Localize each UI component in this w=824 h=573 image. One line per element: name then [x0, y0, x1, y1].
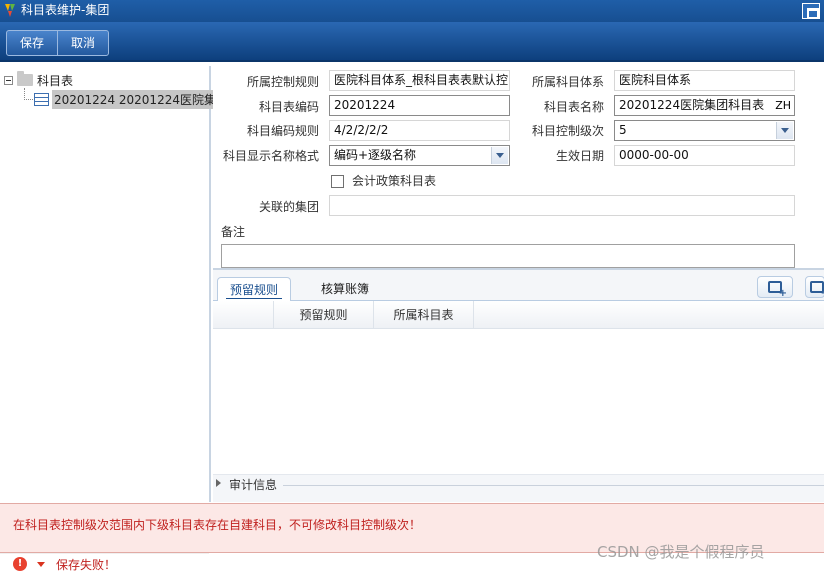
tree-root-label: 科目表 — [37, 73, 74, 88]
control-level-select[interactable]: 5 — [614, 120, 795, 141]
table-icon — [34, 92, 49, 106]
language-switch-button[interactable]: ZH — [775, 96, 791, 115]
table-code-label: 科目表编码 — [258, 100, 319, 114]
display-format-select[interactable]: 编码+逐级名称 — [329, 145, 510, 166]
expand-icon[interactable] — [216, 479, 221, 487]
display-format-value: 编码+逐级名称 — [334, 148, 417, 162]
audit-info-label: 审计信息 — [229, 478, 278, 492]
display-format-label: 科目显示名称格式 — [222, 149, 319, 163]
chevron-down-icon[interactable] — [37, 562, 45, 567]
tab-accounting-books[interactable]: 核算账簿 — [309, 277, 381, 303]
linked-group-label: 关联的集团 — [258, 200, 319, 214]
control-level-value: 5 — [619, 123, 627, 137]
collapse-icon[interactable] — [4, 75, 13, 85]
toolbar: 保存 取消 — [0, 22, 824, 62]
tree-item-label: 20201224 20201224医院集团 — [52, 89, 230, 109]
table-code-input[interactable]: 20201224 — [329, 95, 510, 116]
control-level-label: 科目控制级次 — [531, 124, 604, 138]
add-row-button[interactable] — [757, 276, 793, 299]
table-name-label: 科目表名称 — [543, 100, 604, 114]
error-message-text: 在科目表控制级次范围内下级科目表存在自建科目，不可修改科目控制级次！ — [13, 518, 422, 532]
folder-icon — [17, 71, 33, 86]
error-icon: ! — [13, 557, 27, 571]
effective-date-field[interactable]: 0000-00-00 — [614, 145, 795, 166]
grid-header: 预留规则 所属科目表 — [213, 301, 824, 329]
tab-reserved-rules[interactable]: 预留规则 — [217, 277, 292, 303]
policy-table-checkbox[interactable] — [331, 175, 344, 188]
subject-table-tree-panel: 科目表 20201224 20201224医院集团 — [0, 66, 230, 568]
grid-body — [213, 330, 824, 474]
app-logo-icon — [5, 4, 15, 17]
table-name-value: 20201224医院集团科目表 — [619, 98, 765, 112]
grid-row-header — [213, 301, 274, 329]
policy-table-label: 会计政策科目表 — [352, 174, 437, 188]
code-rule-label: 科目编码规则 — [246, 124, 319, 138]
remark-label: 备注 — [221, 225, 246, 239]
status-text: 保存失败！ — [56, 558, 117, 572]
add-card-icon — [768, 281, 787, 299]
window-title: 科目表维护-集团 — [21, 3, 110, 17]
card-icon — [810, 281, 824, 299]
column-header-reserved-rule[interactable]: 预留规则 — [274, 301, 374, 329]
audit-info-section[interactable]: 审计信息 — [213, 474, 824, 502]
subject-table-form: 所属控制规则 医院科目体系_根科目表表默认控 所属科目体系 医院科目体系 科目表… — [213, 66, 824, 268]
save-button[interactable]: 保存 — [7, 31, 57, 55]
linked-group-field[interactable] — [329, 195, 795, 216]
subject-system-label: 所属科目体系 — [531, 75, 604, 89]
column-header-subject-table[interactable]: 所属科目表 — [374, 301, 474, 329]
code-rule-field[interactable]: 4/2/2/2/2 — [329, 120, 510, 141]
effective-date-label: 生效日期 — [555, 149, 604, 163]
detail-tab-bar: 预留规则 核算账簿 — [213, 268, 824, 303]
tree-connector — [24, 99, 33, 100]
window-title-bar: 科目表维护-集团 — [0, 0, 824, 22]
section-divider — [283, 485, 824, 486]
more-tools-button[interactable] — [805, 276, 824, 299]
table-name-input[interactable]: 20201224医院集团科目表 ZH — [614, 95, 795, 116]
watermark: CSDN @我是个假程序员 — [597, 543, 765, 561]
tree-root-node[interactable]: 科目表 — [4, 71, 74, 88]
subject-system-field[interactable]: 医院科目体系 — [614, 70, 795, 91]
toolbar-button-group: 保存 取消 — [6, 30, 110, 56]
restore-window-button[interactable] — [802, 3, 820, 19]
tab-label: 预留规则 — [230, 283, 279, 297]
remark-textarea[interactable] — [221, 244, 795, 268]
tree-item-subject-table[interactable]: 20201224 20201224医院集团 — [34, 89, 230, 109]
chevron-down-icon[interactable] — [491, 147, 508, 164]
chevron-down-icon[interactable] — [776, 122, 793, 139]
tab-label: 核算账簿 — [321, 282, 370, 296]
control-rule-label: 所属控制规则 — [246, 75, 319, 89]
cancel-button[interactable]: 取消 — [57, 31, 108, 55]
control-rule-field[interactable]: 医院科目体系_根科目表表默认控 — [329, 70, 510, 91]
